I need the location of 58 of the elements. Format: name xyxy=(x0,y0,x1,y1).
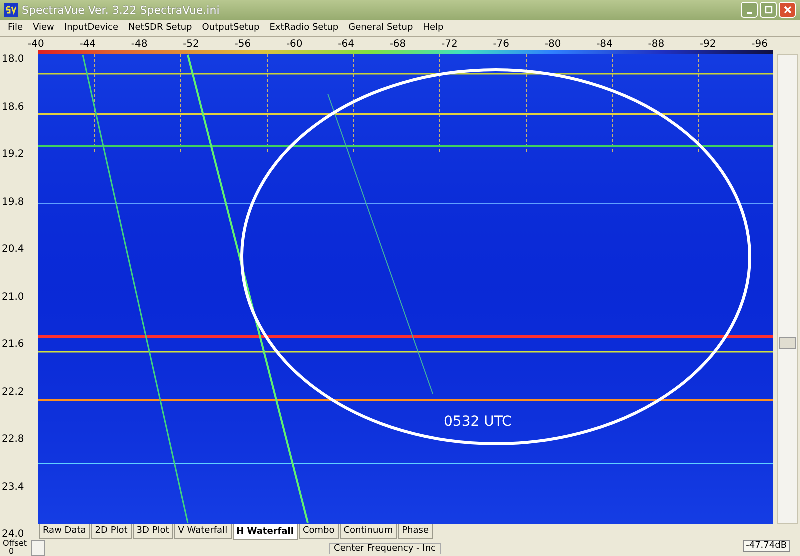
maximize-icon xyxy=(764,5,774,15)
axis-label: -72 xyxy=(442,39,458,50)
axis-label: -48 xyxy=(131,39,148,50)
center-frequency-panel: Center Frequency - Inc xyxy=(329,543,441,554)
axis-label: -92 xyxy=(700,39,716,50)
axis-label: 21.6 xyxy=(2,339,26,350)
close-icon xyxy=(782,5,792,15)
tab[interactable]: Combo xyxy=(298,524,339,539)
axis-label: -56 xyxy=(234,39,252,50)
axis-label: 22.8 xyxy=(2,434,26,445)
axis-label: 19.2 xyxy=(2,149,26,160)
tab[interactable]: Phase xyxy=(398,524,433,539)
minimize-button[interactable] xyxy=(741,2,758,18)
annotation-label: 0532 UTC xyxy=(444,414,512,430)
level-readout: -47.74dB xyxy=(743,540,790,552)
menu-item[interactable]: Help xyxy=(423,23,444,33)
axis-label: -96 xyxy=(752,39,768,50)
menu-item[interactable]: View xyxy=(33,23,54,33)
offset-spinner[interactable] xyxy=(31,540,46,556)
menu-item[interactable]: ExtRadio Setup xyxy=(270,23,339,33)
tab[interactable]: 2D Plot xyxy=(91,524,132,539)
axis-label: -60 xyxy=(286,39,303,50)
maximize-button[interactable] xyxy=(760,2,777,18)
close-button[interactable] xyxy=(779,2,796,18)
axis-label: -88 xyxy=(648,39,665,50)
axis-label: 23.4 xyxy=(2,482,26,492)
tab[interactable]: V Waterfall xyxy=(174,524,232,539)
axis-label: 20.4 xyxy=(2,244,26,255)
scrollbar[interactable] xyxy=(777,54,798,524)
axis-label: 18.0 xyxy=(2,54,26,65)
axis-label: -40 xyxy=(28,39,44,50)
axis-label: -44 xyxy=(80,39,96,50)
menu-item[interactable]: File xyxy=(8,23,24,33)
scroll-thumb[interactable] xyxy=(779,337,796,349)
axis-label: 21.0 xyxy=(2,292,26,302)
menu-item[interactable]: General Setup xyxy=(348,23,414,33)
axis-label: 24.0 xyxy=(2,529,24,540)
menu-item[interactable]: InputDevice xyxy=(64,23,119,33)
axis-label: -80 xyxy=(544,39,562,50)
offset-label: Offset xyxy=(3,540,28,548)
axis-label: -76 xyxy=(493,39,510,50)
axis-label: 19.8 xyxy=(2,196,26,208)
tab[interactable]: Raw Data xyxy=(39,524,90,539)
tab[interactable]: Continuum xyxy=(340,524,398,539)
menu-item[interactable]: OutputSetup xyxy=(202,23,260,33)
tab[interactable]: 3D Plot xyxy=(132,524,174,539)
window-title: SpectraVue Ver. 3.22 SpectraVue.ini xyxy=(22,4,221,16)
app-icon xyxy=(4,3,18,17)
axis-label: -52 xyxy=(183,39,200,50)
tab[interactable]: H Waterfall xyxy=(232,524,298,540)
axis-label: 22.2 xyxy=(2,386,26,398)
minimize-icon xyxy=(746,12,752,14)
axis-label: 18.6 xyxy=(2,102,26,112)
offset-value: 0 xyxy=(8,548,16,556)
axis-label: -68 xyxy=(390,39,406,50)
menu-item[interactable]: NetSDR Setup xyxy=(128,23,192,33)
axis-label: -84 xyxy=(596,39,613,50)
axis-label: -64 xyxy=(338,39,354,50)
